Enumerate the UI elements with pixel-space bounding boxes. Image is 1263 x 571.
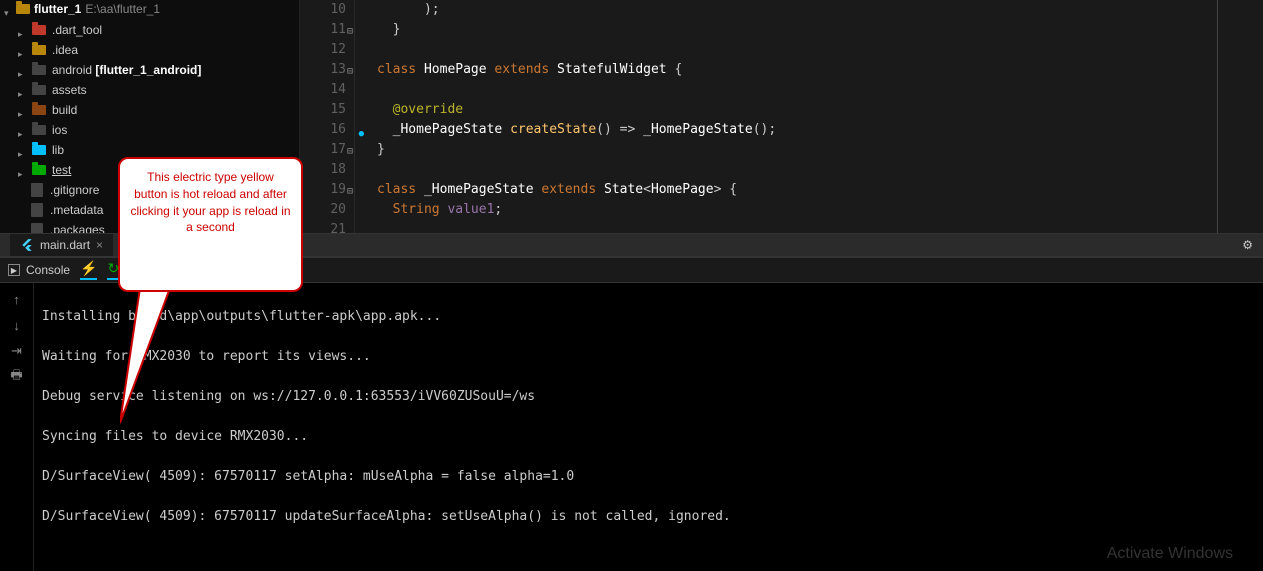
folder-icon: [32, 65, 46, 75]
console-gutter: ↑ ↓ ⇥ 🖶: [0, 283, 34, 571]
annotation-callout: This electric type yellow button is hot …: [118, 157, 303, 292]
project-path: E:\aa\flutter_1: [85, 2, 160, 16]
flutter-icon: [20, 238, 34, 252]
folder-icon: [32, 145, 46, 155]
close-icon[interactable]: ×: [96, 238, 103, 252]
chevron-down-icon: [4, 5, 12, 13]
code-editor[interactable]: 1011⊟1213⊟141516●17⊟1819⊟202122232425262…: [300, 0, 1263, 233]
folder-icon: [32, 125, 46, 135]
chevron-right-icon: [18, 166, 26, 174]
tree-item-android[interactable]: android [flutter_1_android]: [0, 60, 299, 80]
folder-icon: [32, 105, 46, 115]
folder-icon: [32, 25, 46, 35]
chevron-right-icon: [18, 66, 26, 74]
callout-text: This electric type yellow button is hot …: [130, 169, 291, 236]
console-output[interactable]: Installing build\app\outputs\flutter-apk…: [34, 283, 1263, 571]
editor-gutter: 1011⊟1213⊟141516●17⊟1819⊟202122232425262…: [300, 0, 355, 233]
folder-icon: [32, 85, 46, 95]
chevron-right-icon: [18, 126, 26, 134]
scroll-up-button[interactable]: ↑: [7, 289, 27, 309]
print-button[interactable]: 🖶: [7, 367, 27, 387]
folder-icon: [32, 45, 46, 55]
hot-reload-button[interactable]: ⚡: [80, 260, 97, 280]
tree-item-idea[interactable]: .idea: [0, 40, 299, 60]
tree-item-assets[interactable]: assets: [0, 80, 299, 100]
callout-arrow: [120, 288, 180, 438]
console-tab[interactable]: ▶ Console: [8, 263, 70, 277]
chevron-right-icon: [18, 106, 26, 114]
project-root[interactable]: flutter_1 E:\aa\flutter_1: [0, 0, 299, 18]
tree-item-dart-tool[interactable]: .dart_tool: [0, 20, 299, 40]
soft-wrap-button[interactable]: ⇥: [7, 341, 27, 361]
file-icon: [31, 203, 43, 217]
gear-icon[interactable]: ⚙: [1242, 238, 1253, 252]
project-name: flutter_1: [34, 2, 81, 16]
tree-item-build[interactable]: build: [0, 100, 299, 120]
file-icon: [31, 183, 43, 197]
file-tab-main[interactable]: main.dart ×: [10, 234, 113, 256]
chevron-right-icon: [18, 146, 26, 154]
folder-icon: [32, 165, 46, 175]
console-panel: ↑ ↓ ⇥ 🖶 Installing build\app\outputs\flu…: [0, 283, 1263, 571]
chevron-right-icon: [18, 86, 26, 94]
chevron-right-icon: [18, 26, 26, 34]
code-area[interactable]: ); } class HomePage extends StatefulWidg…: [355, 0, 1263, 233]
tree-item-ios[interactable]: ios: [0, 120, 299, 140]
scroll-down-button[interactable]: ↓: [7, 315, 27, 335]
file-icon: [31, 223, 43, 233]
tab-label: main.dart: [40, 238, 90, 252]
chevron-right-icon: [18, 46, 26, 54]
console-run-icon: ▶: [8, 264, 20, 276]
